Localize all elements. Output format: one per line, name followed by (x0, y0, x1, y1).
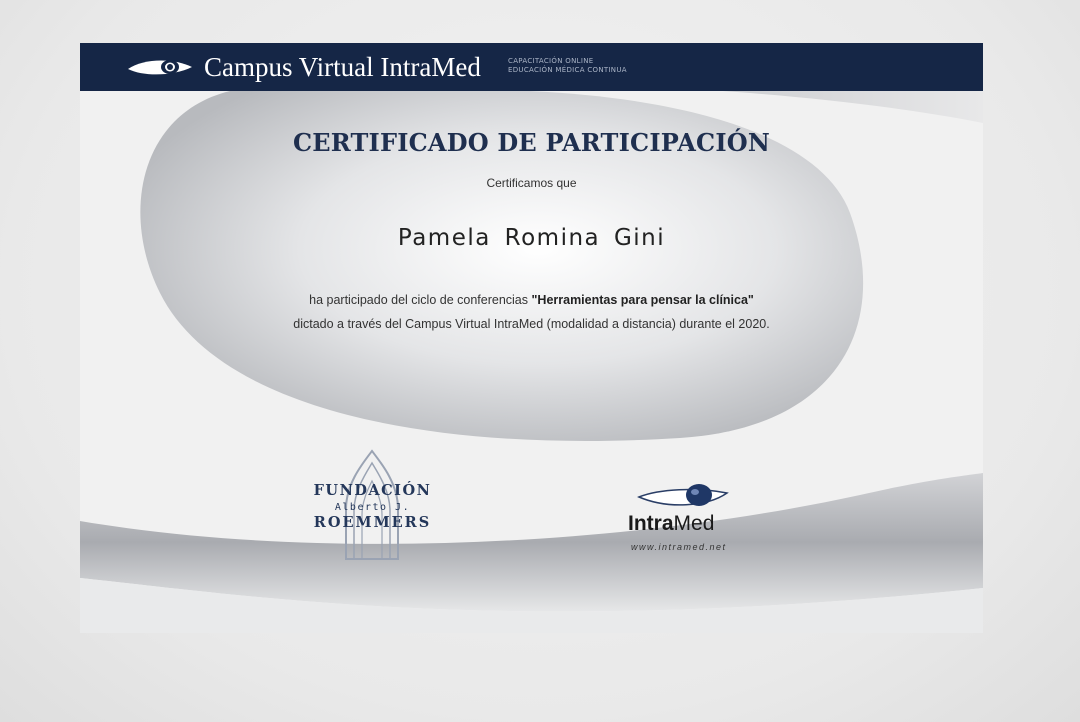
roemmers-logo: FUNDACIÓN Alberto J. ROEMMERS (310, 449, 435, 561)
intramed-word-med: Med (673, 512, 715, 535)
intramed-word-intra: Intra (628, 512, 674, 535)
page: Campus Virtual IntraMed CAPACITACIÓN ONL… (0, 0, 1080, 722)
course-name: "Herramientas para pensar la clínica" (531, 293, 754, 307)
brand-name: Campus Virtual IntraMed (204, 52, 481, 82)
header-tagline: CAPACITACIÓN ONLINE EDUCACIÓN MÉDICA CON… (508, 57, 627, 75)
body-line-1: ha participado del ciclo de conferencias… (80, 288, 983, 312)
roemmers-line-2: Alberto J. (334, 502, 411, 513)
body-line-2: dictado a través del Campus Virtual Intr… (293, 317, 770, 331)
certificate: Campus Virtual IntraMed CAPACITACIÓN ONL… (80, 43, 983, 633)
intramed-url: www.intramed.net (631, 542, 727, 552)
tagline-line-2: EDUCACIÓN MÉDICA CONTINUA (508, 66, 627, 74)
intramed-eye-icon (637, 484, 729, 506)
eye-icon (128, 60, 192, 75)
certificate-title: CERTIFICADO DE PARTICIPACIÓN (292, 128, 771, 157)
body-line-1-prefix: ha participado del ciclo de conferencias (309, 293, 532, 307)
recipient-name: Pamela Romina Gini (397, 225, 666, 251)
tagline-line-1: CAPACITACIÓN ONLINE (508, 57, 594, 65)
header-bar: Campus Virtual IntraMed CAPACITACIÓN ONL… (80, 43, 983, 91)
intramed-logo: IntraMed www.intramed.net (625, 483, 750, 555)
roemmers-line-1: FUNDACIÓN (313, 482, 432, 499)
certify-text: Certificamos que (486, 176, 577, 190)
certificate-body: ha participado del ciclo de conferencias… (80, 288, 983, 336)
roemmers-line-3: ROEMMERS (313, 514, 432, 531)
intramed-wordmark: IntraMed (628, 512, 714, 536)
